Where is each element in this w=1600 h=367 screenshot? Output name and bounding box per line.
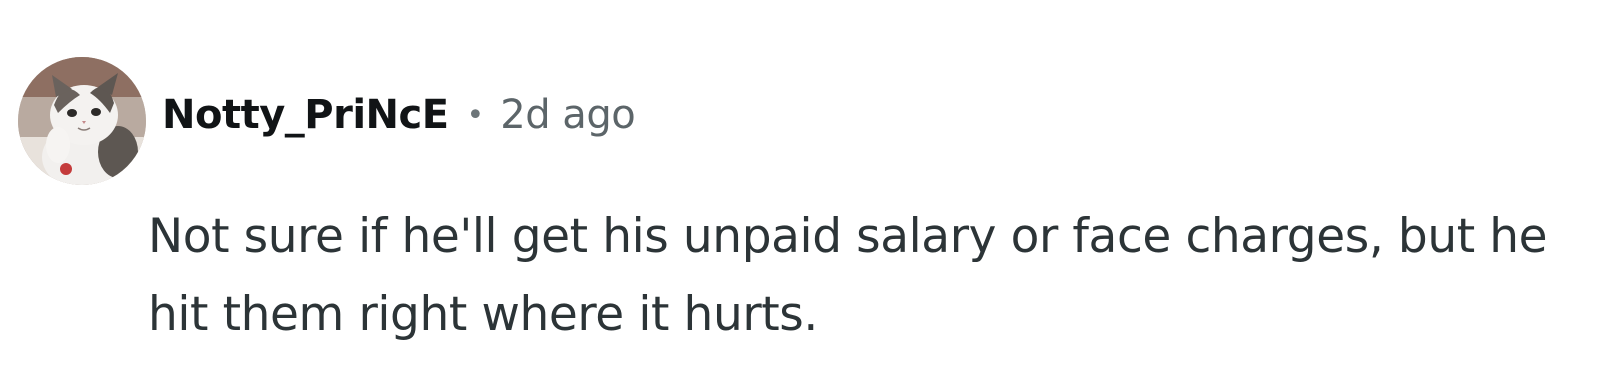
timestamp[interactable]: 2d ago	[500, 92, 635, 138]
avatar[interactable]	[18, 57, 146, 185]
comment-body: Not sure if he'll get his unpaid salary …	[148, 209, 1548, 342]
username[interactable]: Notty_PriNcE	[162, 92, 449, 138]
separator-dot: •	[466, 97, 485, 133]
comment: Notty_PriNcE • 2d ago Not sure if he'll …	[0, 0, 1600, 367]
cat-avatar-icon	[18, 57, 146, 185]
comment-meta: Notty_PriNcE • 2d ago	[162, 90, 636, 140]
